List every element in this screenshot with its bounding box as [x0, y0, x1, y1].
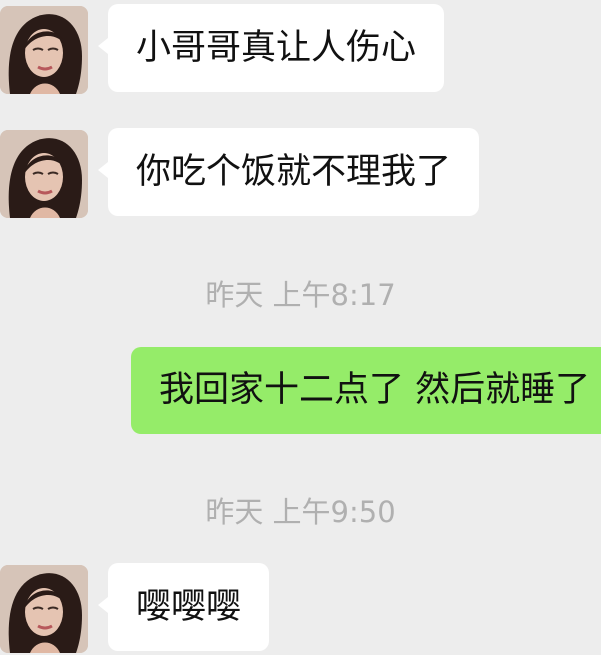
- contact-avatar[interactable]: [0, 565, 88, 653]
- message-bubble-incoming[interactable]: 嘤嘤嘤: [97, 563, 270, 651]
- message-bubble-incoming[interactable]: 小哥哥真让人伤心: [97, 4, 445, 92]
- message-text: 你吃个饭就不理我了: [136, 152, 452, 192]
- message-row-incoming: 嘤嘤嘤: [0, 563, 601, 655]
- contact-avatar-image: [0, 6, 88, 94]
- contact-avatar[interactable]: [0, 6, 88, 94]
- chat-message-list[interactable]: 小哥哥真让人伤心 你吃个饭就不理我了 昨天 上午8:17 我回家十二点了 然后就…: [0, 0, 601, 653]
- message-text: 嘤嘤嘤: [136, 587, 242, 627]
- message-bubble-incoming[interactable]: 你吃个饭就不理我了: [97, 128, 480, 216]
- message-text: 小哥哥真让人伤心: [136, 28, 417, 68]
- message-timestamp: 昨天 上午8:17: [205, 278, 396, 312]
- message-row-outgoing: 我回家十二点了 然后就睡了: [0, 347, 601, 437]
- contact-avatar[interactable]: [0, 130, 88, 218]
- message-text: 我回家十二点了 然后就睡了: [159, 370, 591, 410]
- message-row-incoming: 小哥哥真让人伤心: [0, 4, 601, 96]
- contact-avatar-image: [0, 565, 88, 653]
- contact-avatar-image: [0, 130, 88, 218]
- message-row-incoming: 你吃个饭就不理我了: [0, 128, 601, 220]
- message-timestamp: 昨天 上午9:50: [205, 495, 396, 529]
- message-bubble-outgoing[interactable]: 我回家十二点了 然后就睡了: [131, 347, 601, 434]
